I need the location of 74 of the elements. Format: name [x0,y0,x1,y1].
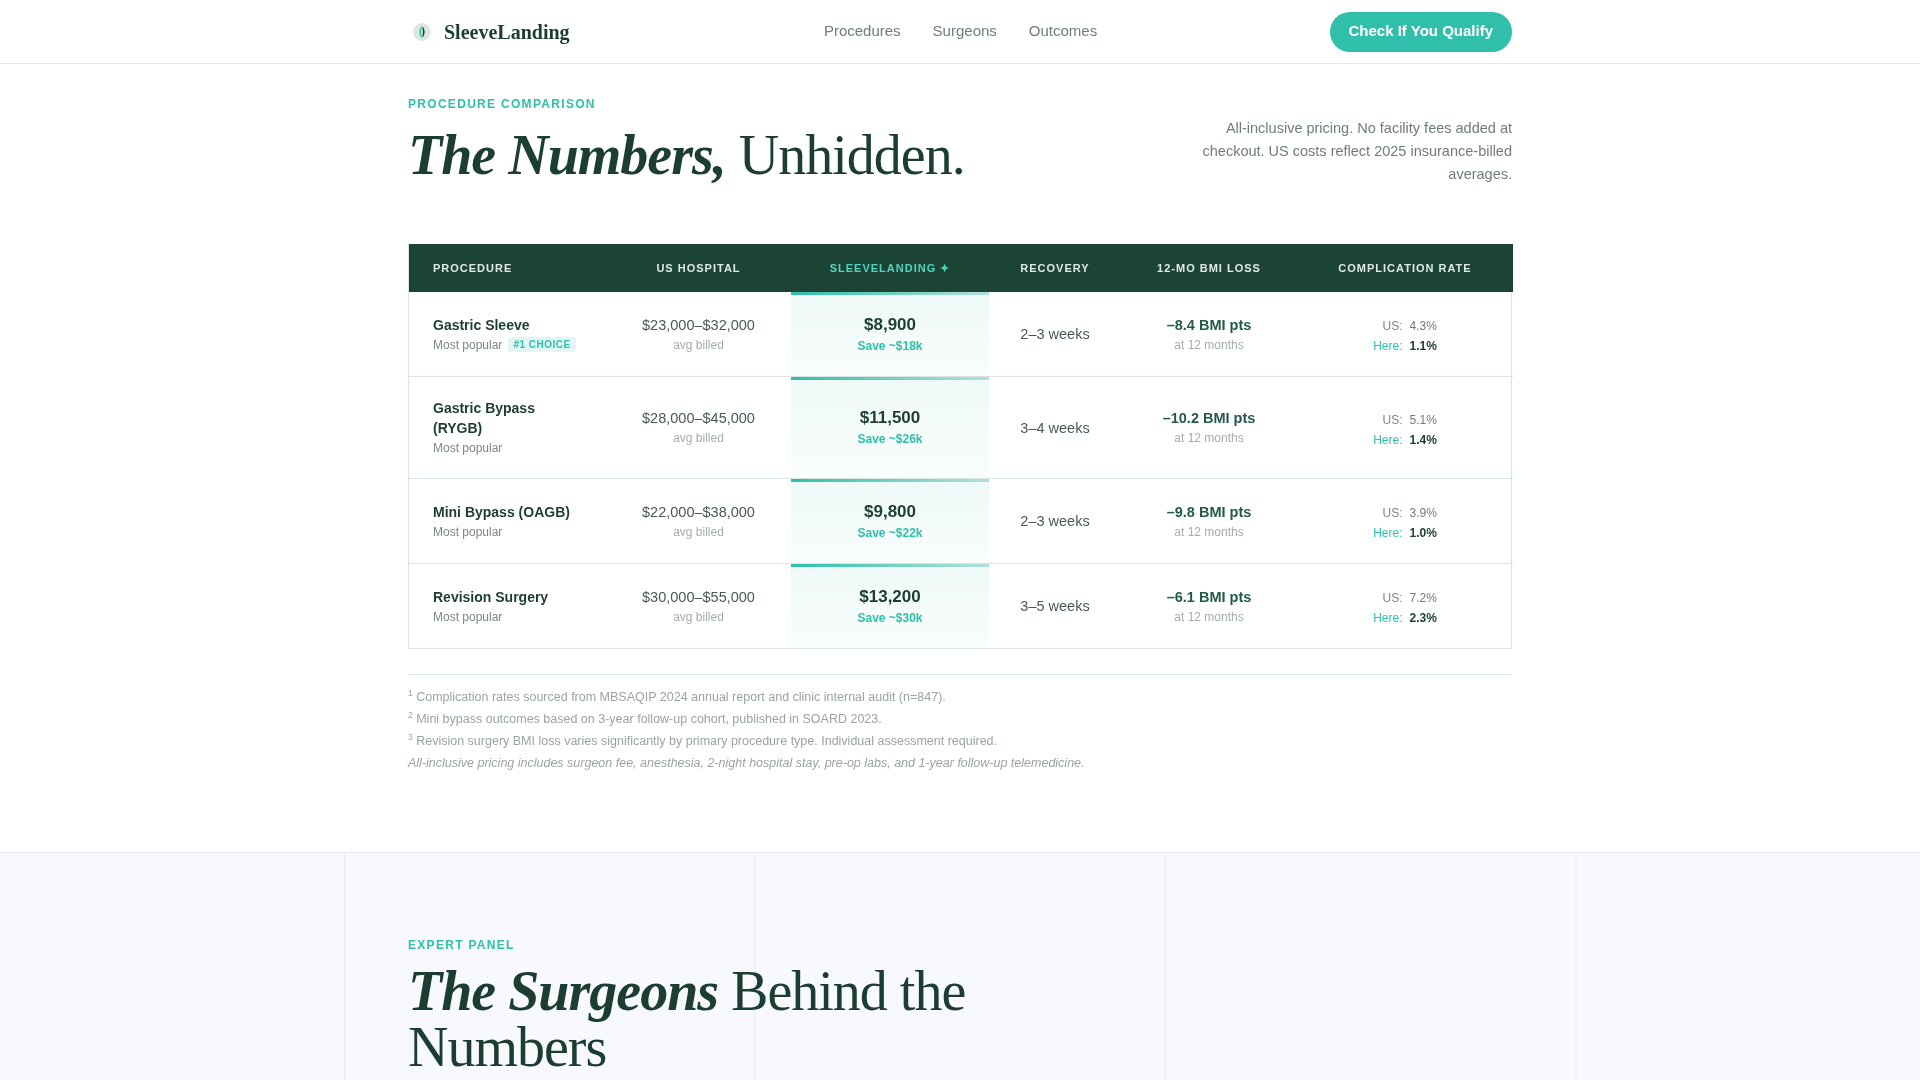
recovery-time: 3–5 weeks [1019,597,1091,616]
nav-link[interactable]: Outcomes [1028,20,1098,43]
round-emblem-icon [413,22,431,41]
clinic-price: $9,800 [863,500,917,523]
savings-text: Save ~$18k [856,337,924,355]
rate-value: 4.3% [1409,318,1437,335]
section-eyebrow: PROCEDURE COMPARISON [408,96,597,112]
rate-value: 1.0% [1409,525,1437,542]
bmi-note: at 12 months [1173,430,1245,447]
procedure-name: Mini Bypass (OAGB) [433,502,571,522]
hospital-price: $23,000–$32,000 [641,315,756,335]
price-note: avg billed [672,523,725,541]
recovery-time: 3–4 weeks [1019,418,1091,438]
rate-value: 2.3% [1409,610,1437,627]
clinic-price: $8,900 [863,313,917,336]
disclaimer-text: All-inclusive pricing includes surgeon fee, anesthesia, 2-night hospital stay, pre-op labs, and 1-year follow-up telemedicine. [408,755,1086,772]
column-header: PROCEDURE [409,244,606,292]
rate-label: US: [1381,505,1403,522]
section-title: The Numbers, Unhidden. [408,123,965,188]
column-header: SLEEVELANDING ✦ [791,244,989,292]
procedure-tag: Most popular [433,337,503,352]
nav-link[interactable]: Surgeons [932,20,997,43]
price-note: avg billed [672,430,725,447]
rate-label: Here: [1373,338,1403,355]
recovery-time: 2–3 weeks [1019,325,1091,344]
procedure-tag: Most popular [433,441,503,455]
nav-link[interactable]: Procedures [823,20,901,43]
rate-value: 1.1% [1409,338,1437,355]
column-header: COMPLICATION RATE [1297,244,1513,292]
bmi-note: at 12 months [1173,336,1245,354]
rate-value: 5.1% [1409,411,1437,429]
section-eyebrow: EXPERT PANEL [408,937,516,953]
price-note: avg billed [672,608,725,626]
rate-label: Here: [1373,431,1403,449]
column-header: US HOSPITAL [606,244,791,292]
bmi-loss: –6.1 BMI pts [1165,587,1253,607]
footnote: $^{2}$ Mini bypass outcomes based on 3-year follow-up cohort, published in SOARD 2023. [408,709,883,728]
procedure-name: Gastric Sleeve [433,315,531,335]
rate-value: 3.9% [1409,505,1437,522]
clinic-price: $13,200 [858,585,922,608]
rate-label: US: [1381,318,1403,335]
column-header: 12-MO BMI LOSS [1121,244,1297,292]
qualify-button[interactable]: Check If You Qualify [1329,11,1512,52]
bmi-note: at 12 months [1173,523,1245,541]
bmi-loss: –9.8 BMI pts [1165,502,1253,522]
rate-value: 1.4% [1409,431,1437,449]
bmi-note: at 12 months [1173,608,1245,626]
savings-text: Save ~$30k [856,609,924,627]
hospital-price: $30,000–$55,000 [641,587,756,607]
savings-text: Save ~$22k [856,524,924,542]
rate-label: Here: [1373,610,1403,627]
hospital-price: $28,000–$45,000 [641,409,756,428]
clinic-price: $11,500 [858,407,922,429]
brand-link[interactable]: SleeveLanding [413,16,570,47]
column-header: RECOVERY [989,244,1121,292]
hospital-price: $22,000–$38,000 [641,502,756,522]
procedure-name: Revision Surgery [433,587,550,607]
footnote: $^{1}$ Complication rates sourced from MBSAQIP 2024 annual report and clinic internal audit (n=847). [408,687,947,706]
rate-label: US: [1381,590,1403,607]
rate-label: US: [1381,411,1403,429]
procedure-name: Gastric Bypass (RYGB) [433,399,536,438]
intro-text: All-inclusive pricing. No facility fees added at checkout. US costs reflect 2025 insurance-billed averages. [1202,119,1512,184]
footnote: $^{3}$ Revision surgery BMI loss varies significantly by primary procedure type. Individual assessment required. [408,731,998,750]
price-note: avg billed [672,336,725,354]
section-title: The Surgeons Behind the Numbers [408,963,967,1075]
bmi-loss: –8.4 BMI pts [1165,315,1253,335]
procedure-tag: Most popular [433,609,503,624]
choice-badge: #1 CHOICE [508,336,576,352]
recovery-time: 2–3 weeks [1019,512,1091,531]
rate-value: 7.2% [1409,590,1437,607]
savings-text: Save ~$26k [856,431,924,448]
rate-label: Here: [1373,525,1403,542]
procedure-tag: Most popular [433,524,503,539]
bmi-loss: –10.2 BMI pts [1161,409,1257,428]
